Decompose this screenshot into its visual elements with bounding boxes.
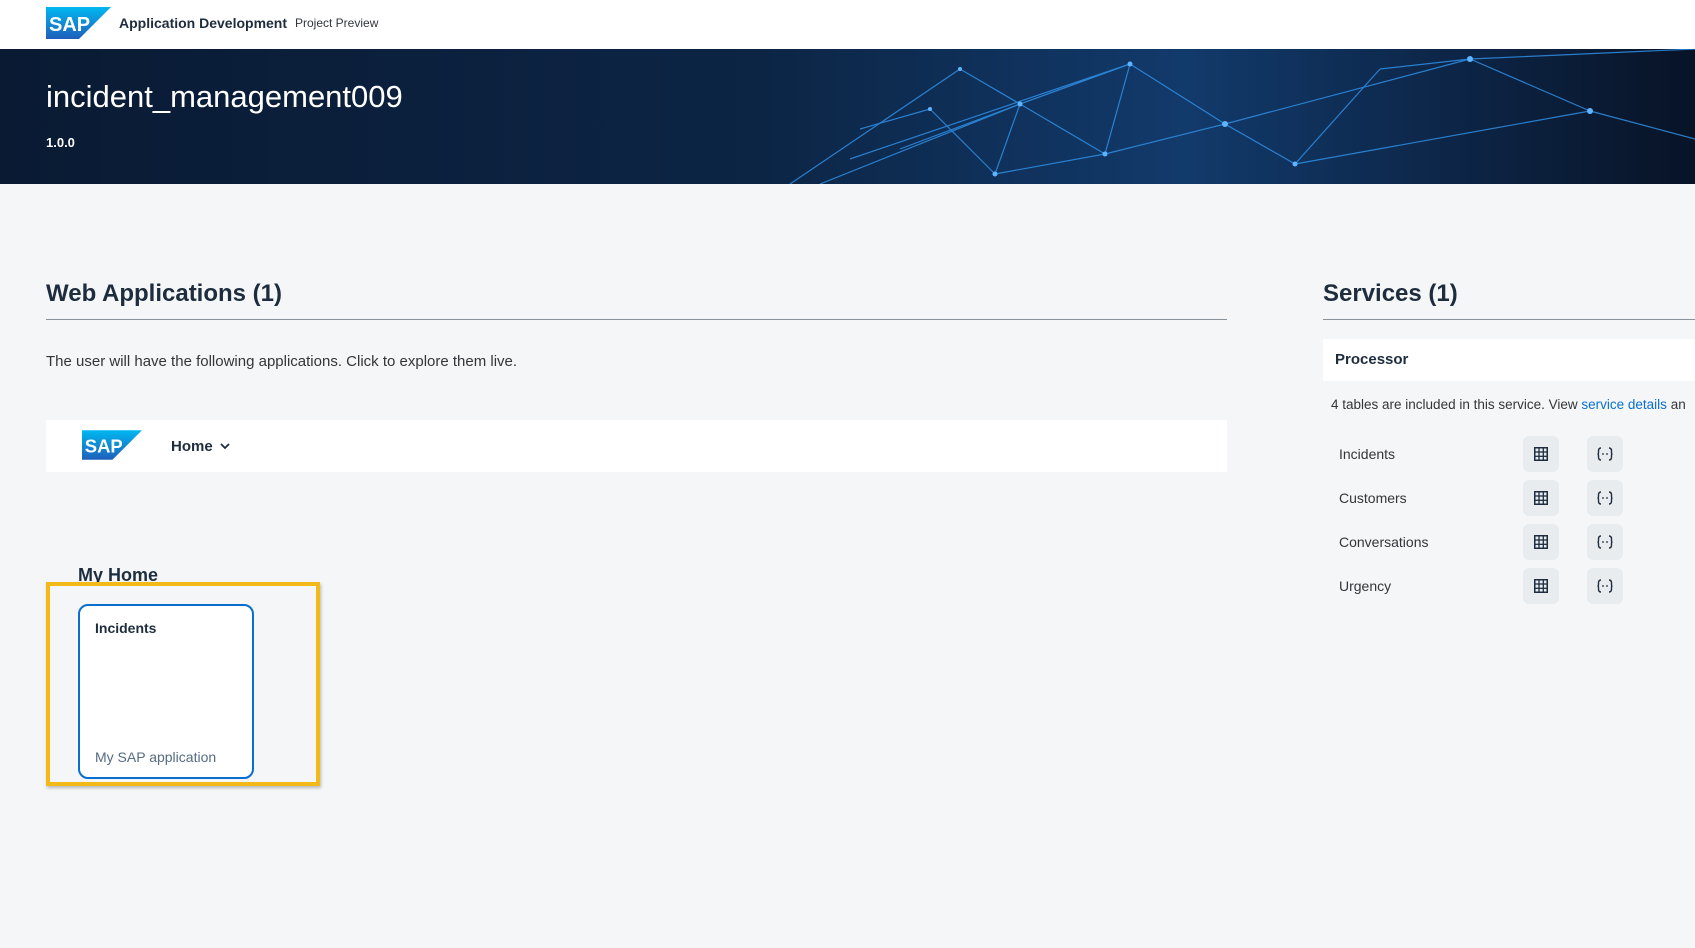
api-icon-button[interactable] xyxy=(1587,480,1623,516)
table-icon-button[interactable] xyxy=(1523,568,1559,604)
app-title: Application Development xyxy=(119,15,288,31)
chevron-down-icon xyxy=(220,443,230,450)
entity-row: Urgency xyxy=(1323,568,1695,604)
table-icon xyxy=(1534,447,1548,461)
api-braces-icon xyxy=(1597,491,1613,505)
services-heading: Services (1) xyxy=(1323,280,1458,307)
sap-logo[interactable]: SAP xyxy=(82,430,142,460)
hero-banner: incident_management009 1.0.0 xyxy=(0,49,1695,184)
web-applications-description: The user will have the following applica… xyxy=(46,353,518,370)
section-divider xyxy=(46,319,1227,320)
web-applications-heading: Web Applications (1) xyxy=(46,280,283,307)
svg-text:SAP: SAP xyxy=(85,435,123,456)
home-menu-button[interactable]: Home xyxy=(171,434,231,458)
entity-name: Urgency xyxy=(1339,578,1392,594)
service-details-link[interactable]: service details xyxy=(1581,397,1667,412)
home-menu-label: Home xyxy=(171,437,213,455)
api-braces-icon xyxy=(1597,535,1613,549)
api-icon-button[interactable] xyxy=(1587,568,1623,604)
network-background-graphic xyxy=(0,49,1695,184)
entity-name: Customers xyxy=(1339,490,1407,506)
app-subtitle: Project Preview xyxy=(295,16,379,30)
table-icon-button[interactable] xyxy=(1523,524,1559,560)
service-name: Processor xyxy=(1335,351,1409,368)
api-icon-button[interactable] xyxy=(1587,436,1623,472)
section-divider xyxy=(1323,319,1695,320)
service-description-text: 4 tables are included in this service. V… xyxy=(1331,397,1582,412)
table-icon-button[interactable] xyxy=(1523,436,1559,472)
shell-bar: SAP Application Development Project Prev… xyxy=(0,0,1695,49)
api-icon-button[interactable] xyxy=(1587,524,1623,560)
service-card: Processor xyxy=(1323,339,1695,381)
entity-row: Customers xyxy=(1323,480,1695,516)
entity-name: Conversations xyxy=(1339,534,1429,550)
api-braces-icon xyxy=(1597,447,1613,461)
app-preview-shellbar: SAP Home xyxy=(46,420,1227,472)
entity-row: Conversations xyxy=(1323,524,1695,560)
svg-text:SAP: SAP xyxy=(49,14,90,36)
table-icon xyxy=(1534,535,1548,549)
highlight-annotation-box xyxy=(46,582,320,786)
project-version: 1.0.0 xyxy=(46,135,75,150)
api-braces-icon xyxy=(1597,579,1613,593)
sap-logo[interactable]: SAP xyxy=(46,7,111,39)
table-icon-button[interactable] xyxy=(1523,480,1559,516)
table-icon xyxy=(1534,579,1548,593)
service-description-suffix: an xyxy=(1666,397,1686,412)
entity-name: Incidents xyxy=(1339,446,1396,462)
table-icon xyxy=(1534,491,1548,505)
entity-row: Incidents xyxy=(1323,436,1695,472)
project-title: incident_management009 xyxy=(46,79,403,114)
service-description: 4 tables are included in this service. V… xyxy=(1331,397,1686,412)
